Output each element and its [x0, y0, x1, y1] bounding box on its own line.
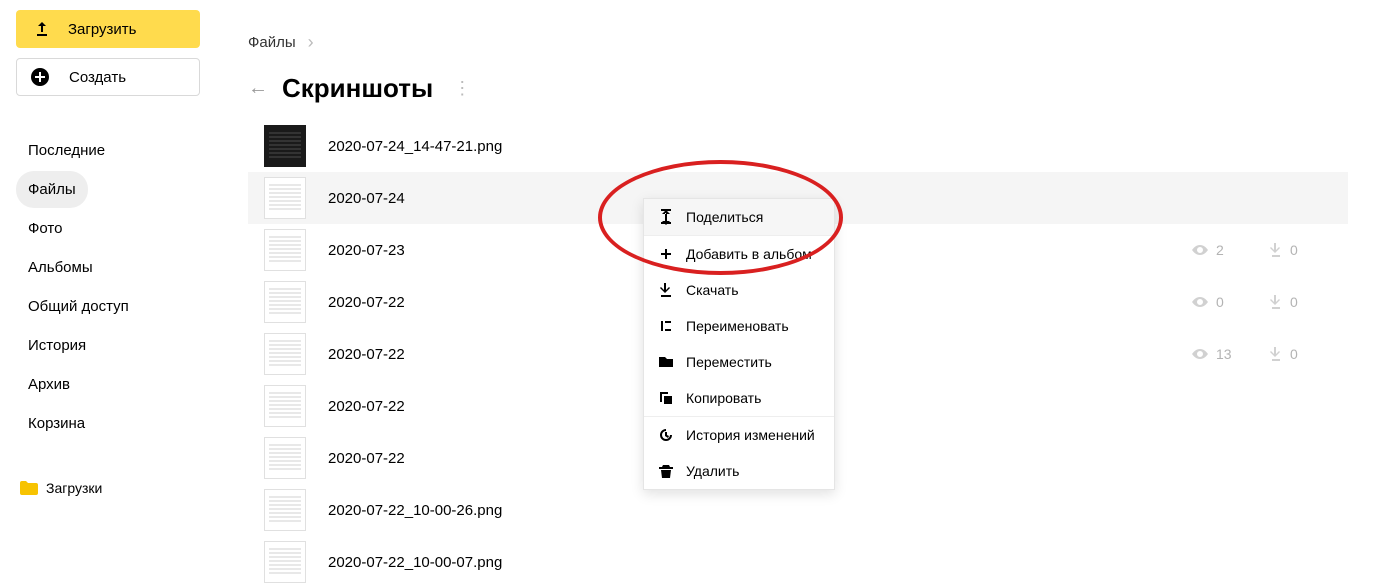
history-icon	[658, 427, 674, 443]
upload-button-label: Загрузить	[68, 21, 137, 38]
breadcrumb-item[interactable]: Файлы	[248, 34, 296, 51]
context-menu-rename[interactable]: Переименовать	[644, 308, 834, 344]
more-options-icon[interactable]: ⋮	[453, 78, 471, 99]
context-menu-label: Удалить	[686, 463, 739, 479]
context-menu-label: Переместить	[686, 354, 772, 370]
rename-icon	[658, 318, 674, 334]
context-menu-share[interactable]: Поделиться	[644, 199, 834, 235]
file-thumbnail	[264, 437, 306, 479]
file-name: 2020-07-24_14-47-21.png	[328, 138, 1312, 155]
download-icon	[1270, 295, 1282, 309]
context-menu-label: Поделиться	[686, 209, 763, 225]
share-icon	[658, 209, 674, 225]
file-stats: 13 0	[1192, 346, 1312, 362]
views-stat: 13	[1192, 346, 1234, 362]
sidebar-item-history[interactable]: История	[16, 327, 98, 364]
context-menu-move[interactable]: Переместить	[644, 344, 834, 380]
upload-button[interactable]: Загрузить	[16, 10, 200, 48]
back-arrow-icon[interactable]: ←	[248, 77, 268, 100]
context-menu: Поделиться Добавить в альбом Скачать Пер…	[643, 198, 835, 490]
context-menu-label: Копировать	[686, 390, 761, 406]
sidebar-item-trash[interactable]: Корзина	[16, 405, 97, 442]
download-icon	[658, 282, 674, 298]
file-thumbnail	[264, 281, 306, 323]
sidebar-item-files[interactable]: Файлы	[16, 171, 88, 208]
copy-icon	[658, 390, 674, 406]
file-thumbnail	[264, 177, 306, 219]
eye-icon	[1192, 297, 1208, 307]
create-button[interactable]: Создать	[16, 58, 200, 96]
downloads-stat: 0	[1270, 242, 1312, 258]
views-stat: 2	[1192, 242, 1234, 258]
breadcrumb: Файлы ›	[248, 0, 1378, 53]
page-title: Скриншоты	[282, 73, 433, 104]
file-stats: 2 0	[1192, 242, 1312, 258]
move-icon	[658, 354, 674, 370]
sidebar-item-recent[interactable]: Последние	[16, 132, 117, 169]
file-name: 2020-07-22_10-00-07.png	[328, 554, 1312, 571]
file-row[interactable]: 2020-07-22_10-00-07.png	[248, 536, 1348, 588]
sidebar-folder-downloads[interactable]: Загрузки	[16, 474, 202, 502]
context-menu-version-history[interactable]: История изменений	[644, 417, 834, 453]
folder-icon	[20, 481, 38, 495]
sidebar-item-shared[interactable]: Общий доступ	[16, 288, 141, 325]
file-thumbnail	[264, 385, 306, 427]
trash-icon	[658, 463, 674, 479]
file-thumbnail	[264, 229, 306, 271]
file-name: 2020-07-22_10-00-26.png	[328, 502, 1312, 519]
sidebar-folders: Загрузки	[16, 474, 202, 502]
file-row[interactable]: 2020-07-24_14-47-21.png	[248, 120, 1348, 172]
sidebar-nav: Последние Файлы Фото Альбомы Общий досту…	[16, 132, 202, 442]
eye-icon	[1192, 245, 1208, 255]
context-menu-label: История изменений	[686, 427, 815, 443]
sidebar-item-albums[interactable]: Альбомы	[16, 249, 105, 286]
downloads-stat: 0	[1270, 346, 1312, 362]
context-menu-copy[interactable]: Копировать	[644, 380, 834, 416]
context-menu-delete[interactable]: Удалить	[644, 453, 834, 489]
context-menu-add-to-album[interactable]: Добавить в альбом	[644, 236, 834, 272]
add-to-album-icon	[658, 246, 674, 262]
sidebar-item-photo[interactable]: Фото	[16, 210, 76, 247]
file-thumbnail	[264, 333, 306, 375]
upload-icon	[34, 21, 50, 37]
context-menu-download[interactable]: Скачать	[644, 272, 834, 308]
main: Файлы › ← Скриншоты ⋮ 2020-07-24_14-47-2…	[248, 0, 1378, 577]
views-stat: 0	[1192, 294, 1234, 310]
sidebar-folder-label: Загрузки	[46, 480, 102, 496]
sidebar-item-archive[interactable]: Архив	[16, 366, 82, 403]
file-stats: 0 0	[1192, 294, 1312, 310]
context-menu-label: Скачать	[686, 282, 739, 298]
file-thumbnail	[264, 125, 306, 167]
download-icon	[1270, 347, 1282, 361]
create-button-label: Создать	[69, 69, 126, 86]
file-row[interactable]: 2020-07-22_10-00-26.png	[248, 484, 1348, 536]
context-menu-label: Добавить в альбом	[686, 246, 812, 262]
plus-circle-icon	[31, 68, 49, 86]
chevron-right-icon: ›	[308, 32, 314, 53]
downloads-stat: 0	[1270, 294, 1312, 310]
file-thumbnail	[264, 489, 306, 531]
eye-icon	[1192, 349, 1208, 359]
download-icon	[1270, 243, 1282, 257]
context-menu-label: Переименовать	[686, 318, 789, 334]
sidebar: Загрузить Создать Последние Файлы Фото А…	[0, 0, 218, 577]
